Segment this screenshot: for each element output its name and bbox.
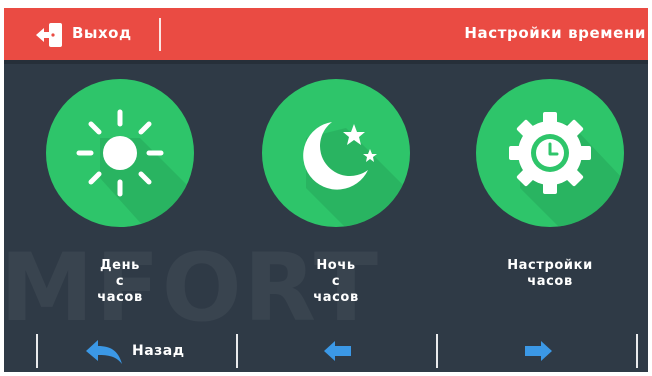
clock-settings-tile[interactable]: Настройки часов xyxy=(460,78,640,289)
back-arrow-icon xyxy=(86,340,122,364)
back-label: Назад xyxy=(132,343,185,359)
clock-settings-tile-label: Настройки часов xyxy=(507,258,593,289)
page-title: Настройки времени xyxy=(464,24,646,42)
night-tile-label: Ночь с часов xyxy=(313,258,359,305)
moon-stars-icon xyxy=(262,79,410,227)
gear-clock-icon xyxy=(476,79,624,227)
night-from-clock-tile[interactable]: Ночь с часов xyxy=(246,78,426,305)
exit-door-icon xyxy=(36,23,62,47)
right-arrow-icon xyxy=(525,341,552,361)
header-divider xyxy=(159,18,161,51)
night-circle xyxy=(246,78,426,228)
exit-button[interactable]: Выход xyxy=(4,8,154,60)
left-arrow-button[interactable] xyxy=(238,334,436,368)
back-button[interactable]: Назад xyxy=(38,334,234,368)
right-arrow-button[interactable] xyxy=(438,334,636,368)
clock-circle xyxy=(460,78,640,228)
left-arrow-icon xyxy=(324,341,351,361)
header-shadow xyxy=(4,60,648,64)
day-from-clock-tile[interactable]: День с часов xyxy=(30,78,210,305)
header-bar: Выход Настройки времени xyxy=(4,8,648,60)
day-tile-label: День с часов xyxy=(97,258,143,305)
screen: Выход Настройки времени MFORT День с час… xyxy=(4,8,648,372)
sun-icon xyxy=(46,79,194,227)
footer-bar: Назад xyxy=(4,328,648,372)
day-circle xyxy=(30,78,210,228)
exit-label: Выход xyxy=(72,24,132,42)
footer-divider xyxy=(636,334,638,368)
